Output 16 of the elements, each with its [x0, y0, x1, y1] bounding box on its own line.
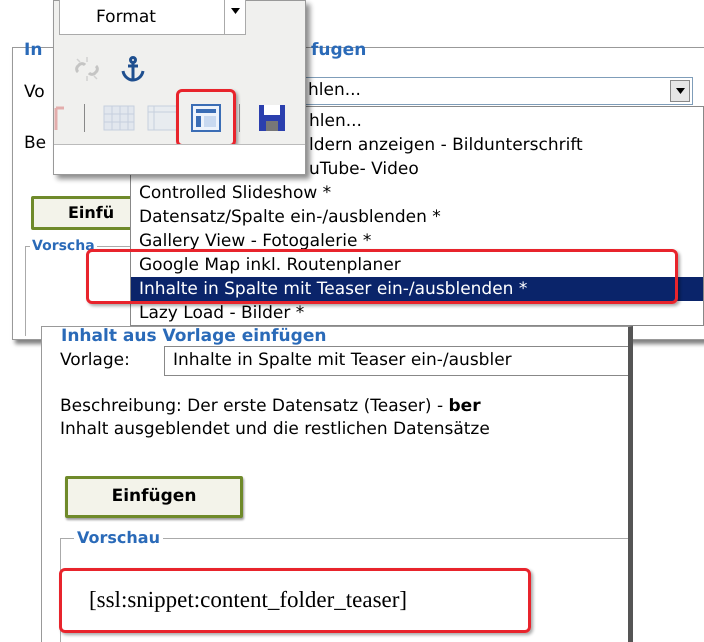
caret-icon	[676, 88, 684, 94]
insert-button[interactable]: Einfügen	[65, 476, 243, 518]
format-select[interactable]: Format	[59, 0, 246, 35]
dialog-title: Inhalt aus Vorlage einfügen	[61, 327, 326, 345]
caret-icon	[230, 8, 240, 14]
template-select[interactable]: Inhalte in Spalte mit Teaser ein-/ausbler	[164, 346, 628, 376]
description-text: Beschreibung: Der erste Datensatz (Teaser) - ber Inhalt ausgeblendet und die restlichen Datensätze	[60, 395, 491, 441]
description-label: Be	[24, 132, 46, 154]
dropdown-option[interactable]: Inhalte in Spalte mit Teaser ein-/ausblenden *	[131, 277, 703, 301]
dialog-title: fugen	[311, 40, 366, 60]
anchor-icon[interactable]	[119, 55, 147, 83]
template-label: Vo	[24, 81, 45, 103]
layout-icon[interactable]	[191, 104, 221, 132]
template-label: Vorlage:	[60, 349, 130, 371]
snippet-preview: [ssl:snippet:content_folder_teaser]	[59, 568, 531, 633]
dialog-title: In	[24, 40, 42, 60]
